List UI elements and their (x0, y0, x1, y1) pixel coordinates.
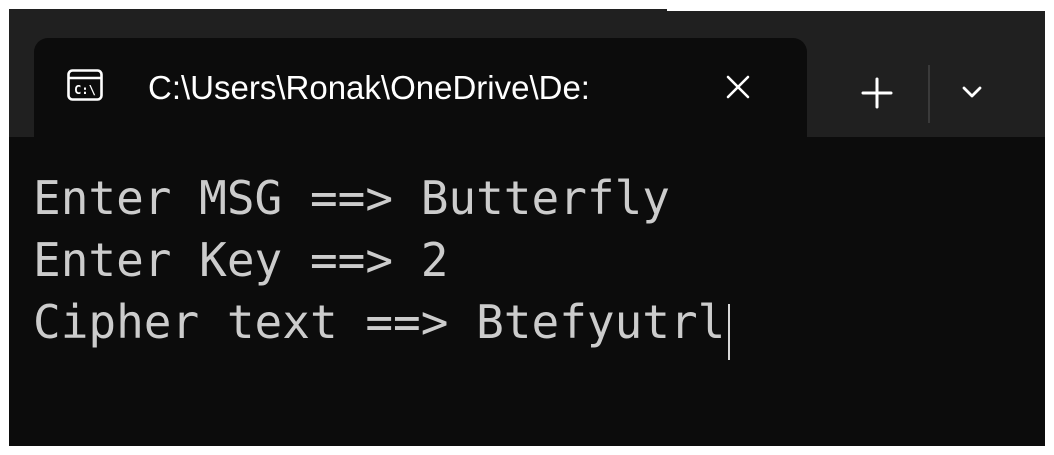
console-output[interactable]: Enter MSG ==> Butterfly Enter Key ==> 2 … (33, 167, 1033, 427)
title-bar-edge (667, 9, 1045, 11)
tab-title: C:\Users\Ronak\OneDrive\De: (148, 69, 590, 106)
console-line-output-row: Cipher text ==> Btefyutrl (33, 291, 1033, 361)
tab-divider (928, 65, 930, 123)
svg-text:C:\: C:\ (74, 83, 96, 97)
tab-dropdown-button[interactable] (944, 67, 1000, 119)
text-cursor (728, 304, 731, 361)
command-prompt-icon: C:\ (67, 69, 103, 101)
terminal-window: C:\ C:\Users\Ronak\OneDrive\De: Enter MS… (9, 9, 1045, 446)
console-line-prompt-message: Enter MSG ==> Butterfly (33, 171, 670, 225)
new-tab-button[interactable] (849, 67, 905, 119)
tab-command-prompt[interactable]: C:\ C:\Users\Ronak\OneDrive\De: (34, 38, 807, 137)
console-line-cipher-text: Cipher text ==> Btefyutrl (33, 295, 726, 349)
title-bar: C:\ C:\Users\Ronak\OneDrive\De: (9, 9, 1045, 137)
chevron-down-icon (962, 86, 982, 98)
console-line-prompt-key: Enter Key ==> 2 (33, 233, 449, 287)
close-icon[interactable] (718, 67, 758, 107)
plus-icon (861, 77, 893, 109)
